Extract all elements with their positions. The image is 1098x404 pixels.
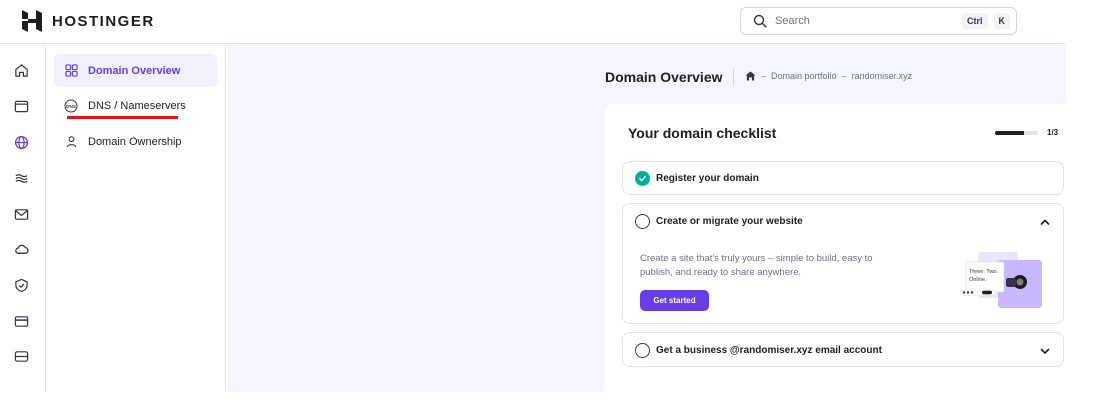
- breadcrumb-item-domain: randomiser.xyz: [851, 71, 913, 81]
- task-business-email[interactable]: Get a business @randomiser.xyz email acc…: [622, 332, 1064, 367]
- nav-label: Domain Overview: [88, 64, 181, 77]
- breadcrumb-separator: –: [841, 71, 847, 81]
- nav-item-domain-ownership[interactable]: Domain Ownership: [54, 125, 217, 158]
- brand-logo[interactable]: HOSTINGER: [22, 10, 155, 32]
- chevron-down-icon[interactable]: [1039, 345, 1051, 357]
- empty-circle-icon: [635, 214, 650, 229]
- task-label: Get a business @randomiser.xyz email acc…: [656, 345, 882, 356]
- illustration-text-line-2: Online.: [969, 277, 987, 283]
- dns-icon: DNS: [64, 99, 78, 113]
- icon-rail: [0, 45, 46, 392]
- layers-icon[interactable]: [13, 170, 29, 186]
- brand-name: HOSTINGER: [52, 12, 155, 30]
- browser-icon[interactable]: [13, 98, 29, 114]
- chevron-up-icon[interactable]: [1039, 216, 1051, 228]
- home-icon[interactable]: [745, 71, 756, 81]
- breadcrumb: – Domain portfolio – randomiser.xyz: [745, 71, 912, 81]
- grid-icon: [64, 64, 78, 78]
- mail-icon[interactable]: [13, 206, 29, 222]
- cloud-icon[interactable]: [13, 241, 29, 257]
- domain-sub-navigation: Domain Overview DNS DNS / Nameservers Do…: [46, 45, 226, 392]
- user-icon: [64, 135, 78, 149]
- breadcrumb-separator: –: [761, 71, 767, 81]
- checklist-title: Your domain checklist: [628, 125, 777, 141]
- shield-icon[interactable]: [13, 277, 29, 293]
- globe-icon[interactable]: [13, 134, 29, 150]
- task-register-domain[interactable]: Register your domain: [622, 161, 1064, 195]
- server-icon[interactable]: [13, 348, 29, 364]
- home-icon[interactable]: [13, 62, 29, 78]
- get-started-button[interactable]: Get started: [640, 290, 709, 311]
- shortcut-ctrl: Ctrl: [962, 13, 988, 29]
- hostinger-logo-icon: [22, 10, 42, 32]
- search-placeholder: Search: [775, 15, 810, 27]
- checkmark-circle-icon: [635, 171, 650, 186]
- task-description: Create a site that's truly yours – simpl…: [640, 253, 873, 278]
- nav-label: Domain Ownership: [88, 135, 182, 148]
- svg-text:DNS: DNS: [66, 103, 76, 108]
- search-input[interactable]: Search Ctrl K: [740, 7, 1017, 35]
- shortcut-k: K: [993, 13, 1010, 29]
- search-icon: [753, 14, 767, 28]
- website-illustration: Three. Two. Online.: [959, 252, 1042, 308]
- illustration-text-line-1: Three. Two.: [969, 269, 998, 275]
- top-bar: HOSTINGER Search Ctrl K: [0, 0, 1066, 44]
- checklist-progress-label: 1/3: [1047, 128, 1059, 137]
- page-title: Domain Overview: [605, 69, 723, 85]
- checklist-progress-bar: [995, 131, 1038, 135]
- highlight-underline: [67, 116, 178, 119]
- breadcrumb-item-domain-portfolio[interactable]: Domain portfolio: [771, 71, 837, 81]
- credit-card-icon[interactable]: [13, 313, 29, 329]
- nav-label: DNS / Nameservers: [88, 99, 186, 112]
- empty-circle-icon: [635, 343, 650, 358]
- task-create-website[interactable]: Create or migrate your website Create a …: [622, 203, 1064, 324]
- breadcrumb-divider: [733, 68, 734, 86]
- task-label: Create or migrate your website: [656, 216, 803, 227]
- nav-item-domain-overview[interactable]: Domain Overview: [54, 54, 217, 87]
- task-label: Register your domain: [656, 173, 759, 184]
- checklist-progress-fill: [995, 131, 1024, 135]
